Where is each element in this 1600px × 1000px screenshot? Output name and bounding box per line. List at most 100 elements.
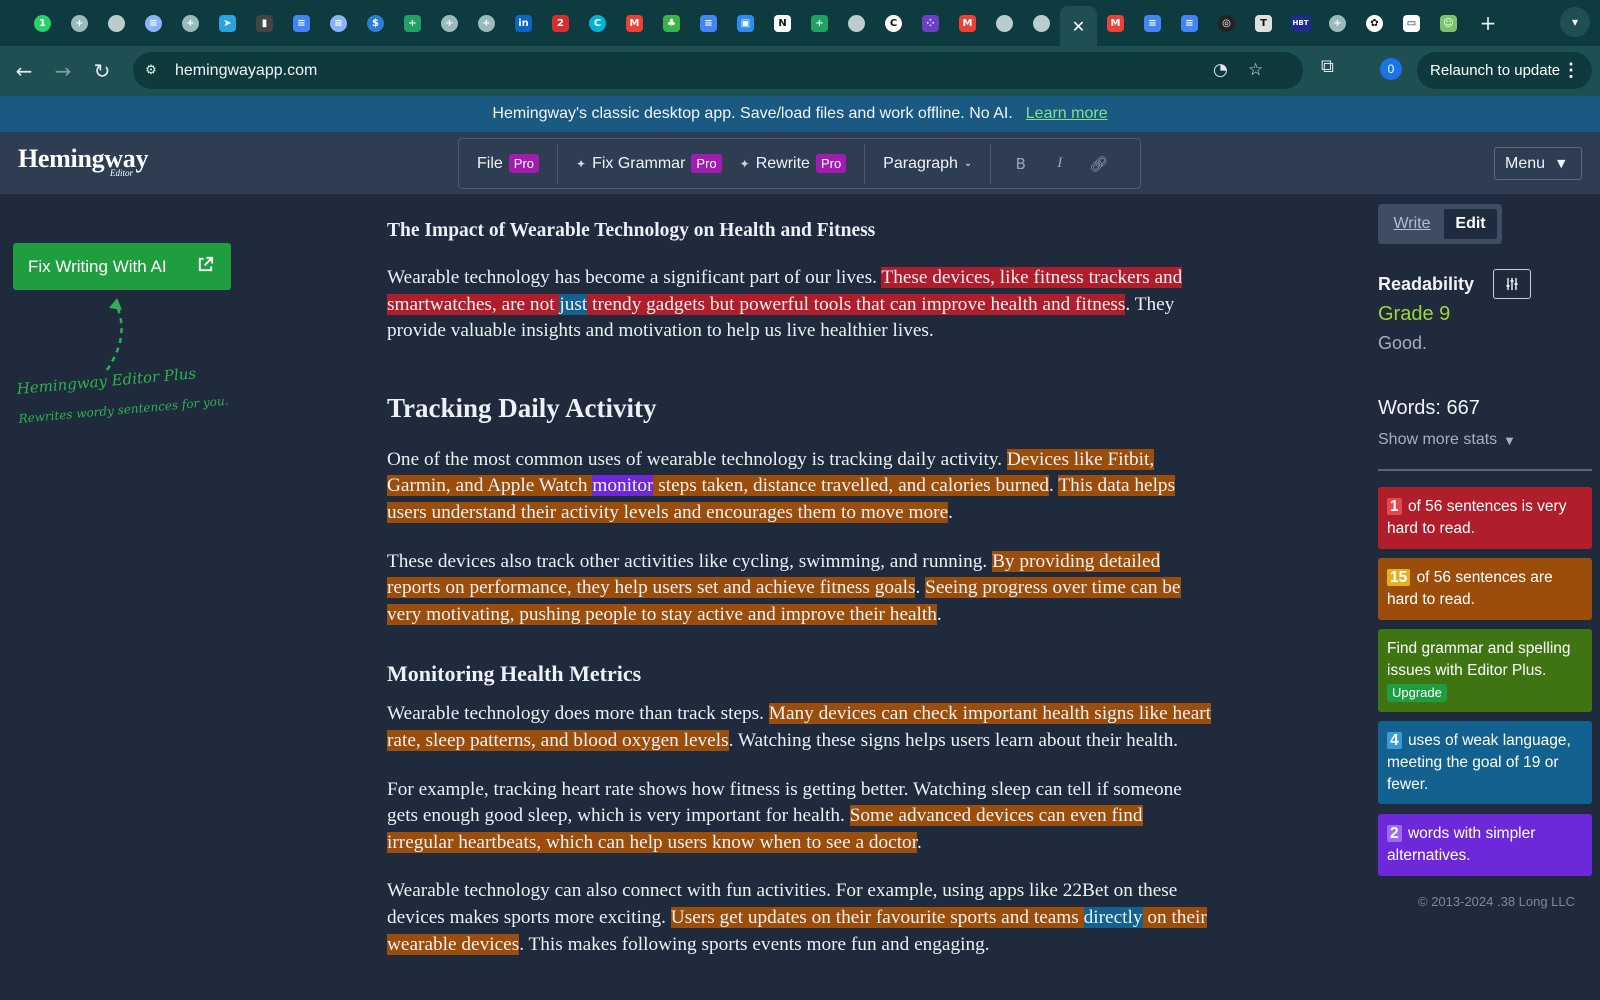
paragraph[interactable]: For example, tracking heart rate shows h… xyxy=(387,777,1212,857)
browser-tab[interactable]: 2 xyxy=(542,6,579,40)
fix-grammar-label: Fix Grammar xyxy=(592,154,686,172)
weak-language-card[interactable]: 4 uses of weak language, meeting the goa… xyxy=(1378,721,1592,804)
learn-more-link[interactable]: Learn more xyxy=(1026,105,1108,123)
browser-tab[interactable]: ≡ xyxy=(135,6,172,40)
close-icon: ✕ xyxy=(1071,16,1086,36)
browser-tab[interactable]: M xyxy=(949,6,986,40)
browser-tab[interactable]: + xyxy=(468,6,505,40)
back-button[interactable]: ← xyxy=(9,56,39,86)
browser-tab[interactable]: ▭ xyxy=(1393,6,1430,40)
italic-button[interactable]: I xyxy=(1040,155,1079,172)
browser-tab[interactable]: + xyxy=(394,6,431,40)
tab-search-icon[interactable]: ▾ xyxy=(1560,7,1590,37)
browser-tab[interactable]: ≡ xyxy=(1134,6,1171,40)
highlight-orange[interactable]: Users get updates on their favourite spo… xyxy=(670,906,1084,928)
browser-tab[interactable]: + xyxy=(801,6,838,40)
clover-icon: ♣ xyxy=(663,14,680,32)
browser-tab[interactable]: + xyxy=(1319,6,1356,40)
extensions-icon[interactable]: ⧉ xyxy=(1321,56,1334,77)
grammar-upsell-card[interactable]: Find grammar and spelling issues with Ed… xyxy=(1378,629,1592,712)
performance-icon[interactable]: ◔ xyxy=(1213,60,1228,80)
browser-tab[interactable] xyxy=(986,6,1023,40)
browser-tab[interactable]: ✿ xyxy=(1356,6,1393,40)
document-title[interactable]: The Impact of Wearable Technology on Hea… xyxy=(387,220,1212,242)
browser-tab[interactable]: M xyxy=(1097,6,1134,40)
link-icon[interactable]: 🔗︎ xyxy=(1079,155,1118,173)
browser-tab[interactable]: in xyxy=(505,6,542,40)
highlight-purple[interactable]: monitor xyxy=(592,475,654,497)
section-heading[interactable]: Monitoring Health Metrics xyxy=(387,661,1212,687)
browser-tab[interactable]: $ xyxy=(357,6,394,40)
paragraph[interactable]: One of the most common uses of wearable … xyxy=(387,447,1212,527)
editor-document[interactable]: The Impact of Wearable Technology on Hea… xyxy=(387,213,1212,980)
browser-tab[interactable] xyxy=(1023,6,1060,40)
relaunch-button[interactable]: Relaunch to update ⋮ xyxy=(1417,52,1592,89)
show-more-stats-toggle[interactable]: Show more stats ▼ xyxy=(1378,431,1513,449)
fix-writing-ai-button[interactable]: Fix Writing With AI xyxy=(13,243,231,290)
browser-tab[interactable]: + xyxy=(431,6,468,40)
browser-tab[interactable]: ≡ xyxy=(1171,6,1208,40)
browser-tab[interactable]: ≡ xyxy=(690,6,727,40)
browser-tab[interactable]: ✕ xyxy=(1060,6,1097,46)
browser-tab[interactable]: ≡ xyxy=(283,6,320,40)
browser-tab[interactable]: T xyxy=(1245,6,1282,40)
external-link-icon xyxy=(198,256,214,272)
highlight-blue[interactable]: directly xyxy=(1083,906,1143,928)
tab-list: 1 + ≡ + ➤ ▮ ≡ ≡ $ + + + in 2 C M ♣ ≡ ▣ N + C ⁘ M ✕ M ≡ ≡ ◎ T HBT + ✿ ▭ ☺ xyxy=(24,0,1467,46)
reload-button[interactable]: ↻ xyxy=(87,56,117,86)
browser-tab[interactable]: ≡ xyxy=(320,6,357,40)
browser-tab[interactable]: 1 xyxy=(24,6,61,40)
t-icon: T xyxy=(1255,14,1272,32)
browser-tab[interactable] xyxy=(838,6,875,40)
browser-tab[interactable]: + xyxy=(172,6,209,40)
upgrade-button[interactable]: Upgrade xyxy=(1387,684,1447,702)
whatsapp-icon: 1 xyxy=(34,14,51,32)
forward-button[interactable]: → xyxy=(48,56,78,86)
rewrite-button[interactable]: ✦ Rewrite Pro xyxy=(740,139,865,188)
paragraph[interactable]: Wearable technology does more than track… xyxy=(387,701,1212,754)
menu-dropdown[interactable]: Menu ▼ xyxy=(1494,147,1582,180)
new-tab-button[interactable]: + xyxy=(1473,11,1503,35)
browser-tab[interactable]: ⁘ xyxy=(912,6,949,40)
profile-avatar[interactable]: 0 xyxy=(1380,58,1402,80)
list-icon: ≡ xyxy=(145,14,162,32)
url-text[interactable]: hemingwayapp.com xyxy=(175,62,317,80)
browser-tab[interactable]: ◎ xyxy=(1208,6,1245,40)
browser-tab[interactable]: M xyxy=(616,6,653,40)
caret-down-icon: ▼ xyxy=(1557,157,1566,170)
paragraph-dropdown[interactable]: Paragraph ⌄ xyxy=(865,139,990,188)
section-heading[interactable]: Tracking Daily Activity xyxy=(387,393,1212,424)
browser-tab[interactable]: N xyxy=(764,6,801,40)
browser-tab[interactable]: ☺ xyxy=(1430,6,1467,40)
address-bar[interactable]: ⚙ hemingwayapp.com ◔ ☆ xyxy=(133,52,1303,89)
tab-group-icon: + xyxy=(441,14,458,32)
file-menu[interactable]: File Pro xyxy=(459,139,557,188)
kebab-menu-icon[interactable]: ⋮ xyxy=(1562,60,1580,81)
browser-tab[interactable]: C xyxy=(579,6,616,40)
very-hard-sentences-card[interactable]: 1 of 56 sentences is very hard to read. xyxy=(1378,487,1592,549)
browser-tab[interactable]: ▣ xyxy=(727,6,764,40)
bold-button[interactable]: B xyxy=(1001,155,1040,173)
edit-mode-tab[interactable]: Edit xyxy=(1444,209,1497,239)
highlight-blue[interactable]: just xyxy=(559,293,588,315)
paragraph[interactable]: Wearable technology has become a signifi… xyxy=(387,265,1212,345)
highlight-red[interactable]: trendy gadgets but powerful tools that c… xyxy=(587,293,1126,315)
highlight-orange[interactable]: steps taken, distance travelled, and cal… xyxy=(653,475,1050,497)
c-icon: C xyxy=(885,14,902,32)
readability-settings-button[interactable] xyxy=(1493,269,1531,299)
browser-tab[interactable]: + xyxy=(61,6,98,40)
browser-tab[interactable]: ♣ xyxy=(653,6,690,40)
paragraph[interactable]: These devices also track other activitie… xyxy=(387,549,1212,629)
simpler-words-card[interactable]: 2 words with simpler alternatives. xyxy=(1378,814,1592,876)
bookmark-star-icon[interactable]: ☆ xyxy=(1248,60,1263,80)
hard-sentences-card[interactable]: 15 of 56 sentences are hard to read. xyxy=(1378,558,1592,620)
site-info-icon[interactable]: ⚙ xyxy=(141,63,161,78)
browser-tab[interactable]: ➤ xyxy=(209,6,246,40)
browser-tab[interactable]: HBT xyxy=(1282,6,1319,40)
browser-tab[interactable]: C xyxy=(875,6,912,40)
fix-grammar-button[interactable]: ✦ Fix Grammar Pro xyxy=(558,139,740,188)
paragraph[interactable]: Wearable technology can also connect wit… xyxy=(387,878,1212,958)
browser-tab[interactable] xyxy=(98,6,135,40)
browser-tab[interactable]: ▮ xyxy=(246,6,283,40)
write-mode-tab[interactable]: Write xyxy=(1384,209,1440,239)
